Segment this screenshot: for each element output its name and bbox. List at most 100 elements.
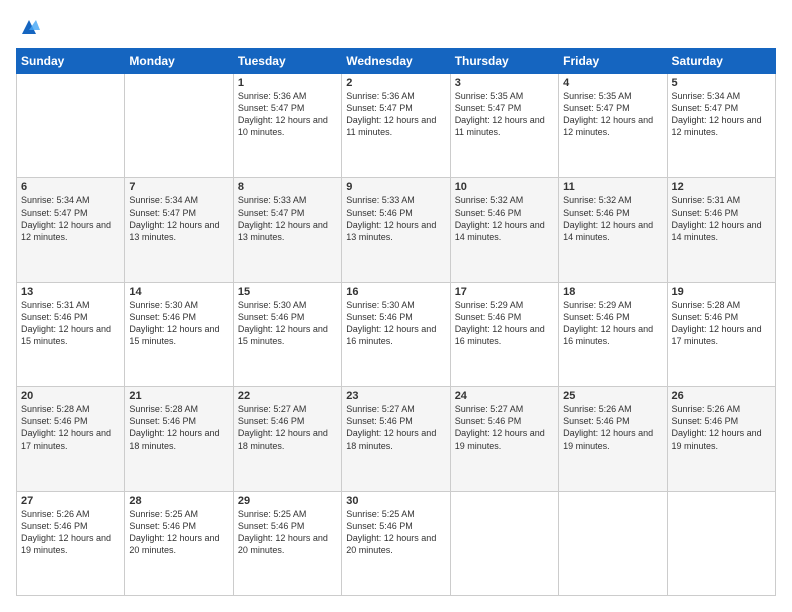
day-number: 23: [346, 390, 445, 402]
calendar-cell: 4Sunrise: 5:35 AM Sunset: 5:47 PM Daylig…: [559, 74, 667, 178]
day-number: 14: [129, 286, 228, 298]
day-number: 4: [563, 77, 662, 89]
calendar-cell: 19Sunrise: 5:28 AM Sunset: 5:46 PM Dayli…: [667, 282, 775, 386]
day-number: 5: [672, 77, 771, 89]
day-info: Sunrise: 5:28 AM Sunset: 5:46 PM Dayligh…: [672, 299, 771, 348]
day-number: 3: [455, 77, 554, 89]
day-number: 21: [129, 390, 228, 402]
calendar-cell: 28Sunrise: 5:25 AM Sunset: 5:46 PM Dayli…: [125, 491, 233, 595]
day-number: 19: [672, 286, 771, 298]
day-number: 27: [21, 495, 120, 507]
calendar-week-2: 6Sunrise: 5:34 AM Sunset: 5:47 PM Daylig…: [17, 178, 776, 282]
day-number: 28: [129, 495, 228, 507]
calendar-cell: 8Sunrise: 5:33 AM Sunset: 5:47 PM Daylig…: [233, 178, 341, 282]
calendar-cell: 17Sunrise: 5:29 AM Sunset: 5:46 PM Dayli…: [450, 282, 558, 386]
calendar-week-5: 27Sunrise: 5:26 AM Sunset: 5:46 PM Dayli…: [17, 491, 776, 595]
day-info: Sunrise: 5:25 AM Sunset: 5:46 PM Dayligh…: [346, 508, 445, 557]
day-info: Sunrise: 5:33 AM Sunset: 5:47 PM Dayligh…: [238, 194, 337, 243]
day-info: Sunrise: 5:27 AM Sunset: 5:46 PM Dayligh…: [238, 403, 337, 452]
calendar-cell: 29Sunrise: 5:25 AM Sunset: 5:46 PM Dayli…: [233, 491, 341, 595]
day-number: 6: [21, 181, 120, 193]
day-number: 25: [563, 390, 662, 402]
day-info: Sunrise: 5:32 AM Sunset: 5:46 PM Dayligh…: [455, 194, 554, 243]
day-info: Sunrise: 5:28 AM Sunset: 5:46 PM Dayligh…: [129, 403, 228, 452]
calendar-cell: 5Sunrise: 5:34 AM Sunset: 5:47 PM Daylig…: [667, 74, 775, 178]
calendar-cell: 20Sunrise: 5:28 AM Sunset: 5:46 PM Dayli…: [17, 387, 125, 491]
calendar-week-1: 1Sunrise: 5:36 AM Sunset: 5:47 PM Daylig…: [17, 74, 776, 178]
day-info: Sunrise: 5:27 AM Sunset: 5:46 PM Dayligh…: [346, 403, 445, 452]
day-number: 2: [346, 77, 445, 89]
day-info: Sunrise: 5:32 AM Sunset: 5:46 PM Dayligh…: [563, 194, 662, 243]
day-number: 9: [346, 181, 445, 193]
day-info: Sunrise: 5:36 AM Sunset: 5:47 PM Dayligh…: [346, 90, 445, 139]
day-info: Sunrise: 5:26 AM Sunset: 5:46 PM Dayligh…: [672, 403, 771, 452]
weekday-header-sunday: Sunday: [17, 49, 125, 74]
weekday-header-row: SundayMondayTuesdayWednesdayThursdayFrid…: [17, 49, 776, 74]
day-info: Sunrise: 5:26 AM Sunset: 5:46 PM Dayligh…: [563, 403, 662, 452]
day-info: Sunrise: 5:36 AM Sunset: 5:47 PM Dayligh…: [238, 90, 337, 139]
logo-icon: [18, 16, 40, 38]
weekday-header-monday: Monday: [125, 49, 233, 74]
day-info: Sunrise: 5:25 AM Sunset: 5:46 PM Dayligh…: [129, 508, 228, 557]
day-info: Sunrise: 5:34 AM Sunset: 5:47 PM Dayligh…: [21, 194, 120, 243]
calendar-cell: [17, 74, 125, 178]
calendar-cell: 12Sunrise: 5:31 AM Sunset: 5:46 PM Dayli…: [667, 178, 775, 282]
day-info: Sunrise: 5:28 AM Sunset: 5:46 PM Dayligh…: [21, 403, 120, 452]
calendar-cell: 23Sunrise: 5:27 AM Sunset: 5:46 PM Dayli…: [342, 387, 450, 491]
day-info: Sunrise: 5:26 AM Sunset: 5:46 PM Dayligh…: [21, 508, 120, 557]
weekday-header-wednesday: Wednesday: [342, 49, 450, 74]
calendar-cell: 1Sunrise: 5:36 AM Sunset: 5:47 PM Daylig…: [233, 74, 341, 178]
calendar-week-4: 20Sunrise: 5:28 AM Sunset: 5:46 PM Dayli…: [17, 387, 776, 491]
calendar-cell: 2Sunrise: 5:36 AM Sunset: 5:47 PM Daylig…: [342, 74, 450, 178]
calendar-cell: [125, 74, 233, 178]
day-number: 7: [129, 181, 228, 193]
day-number: 12: [672, 181, 771, 193]
day-number: 1: [238, 77, 337, 89]
day-number: 17: [455, 286, 554, 298]
calendar-cell: 26Sunrise: 5:26 AM Sunset: 5:46 PM Dayli…: [667, 387, 775, 491]
day-info: Sunrise: 5:34 AM Sunset: 5:47 PM Dayligh…: [129, 194, 228, 243]
calendar-cell: 9Sunrise: 5:33 AM Sunset: 5:46 PM Daylig…: [342, 178, 450, 282]
day-info: Sunrise: 5:34 AM Sunset: 5:47 PM Dayligh…: [672, 90, 771, 139]
calendar-cell: 11Sunrise: 5:32 AM Sunset: 5:46 PM Dayli…: [559, 178, 667, 282]
day-info: Sunrise: 5:35 AM Sunset: 5:47 PM Dayligh…: [455, 90, 554, 139]
calendar-cell: 16Sunrise: 5:30 AM Sunset: 5:46 PM Dayli…: [342, 282, 450, 386]
day-number: 13: [21, 286, 120, 298]
day-info: Sunrise: 5:33 AM Sunset: 5:46 PM Dayligh…: [346, 194, 445, 243]
header: [16, 16, 776, 38]
calendar-cell: 15Sunrise: 5:30 AM Sunset: 5:46 PM Dayli…: [233, 282, 341, 386]
calendar-cell: 21Sunrise: 5:28 AM Sunset: 5:46 PM Dayli…: [125, 387, 233, 491]
day-number: 30: [346, 495, 445, 507]
day-number: 8: [238, 181, 337, 193]
day-info: Sunrise: 5:30 AM Sunset: 5:46 PM Dayligh…: [346, 299, 445, 348]
calendar-cell: 6Sunrise: 5:34 AM Sunset: 5:47 PM Daylig…: [17, 178, 125, 282]
calendar-cell: [450, 491, 558, 595]
weekday-header-tuesday: Tuesday: [233, 49, 341, 74]
day-number: 20: [21, 390, 120, 402]
logo: [16, 16, 40, 38]
day-info: Sunrise: 5:25 AM Sunset: 5:46 PM Dayligh…: [238, 508, 337, 557]
day-number: 15: [238, 286, 337, 298]
day-number: 29: [238, 495, 337, 507]
day-info: Sunrise: 5:30 AM Sunset: 5:46 PM Dayligh…: [129, 299, 228, 348]
calendar-week-3: 13Sunrise: 5:31 AM Sunset: 5:46 PM Dayli…: [17, 282, 776, 386]
calendar-cell: 14Sunrise: 5:30 AM Sunset: 5:46 PM Dayli…: [125, 282, 233, 386]
calendar-cell: 3Sunrise: 5:35 AM Sunset: 5:47 PM Daylig…: [450, 74, 558, 178]
calendar-cell: 30Sunrise: 5:25 AM Sunset: 5:46 PM Dayli…: [342, 491, 450, 595]
day-number: 24: [455, 390, 554, 402]
day-number: 26: [672, 390, 771, 402]
calendar-cell: 18Sunrise: 5:29 AM Sunset: 5:46 PM Dayli…: [559, 282, 667, 386]
day-info: Sunrise: 5:31 AM Sunset: 5:46 PM Dayligh…: [672, 194, 771, 243]
day-number: 22: [238, 390, 337, 402]
calendar-cell: [667, 491, 775, 595]
day-info: Sunrise: 5:31 AM Sunset: 5:46 PM Dayligh…: [21, 299, 120, 348]
day-number: 10: [455, 181, 554, 193]
calendar-cell: 7Sunrise: 5:34 AM Sunset: 5:47 PM Daylig…: [125, 178, 233, 282]
day-info: Sunrise: 5:35 AM Sunset: 5:47 PM Dayligh…: [563, 90, 662, 139]
calendar-cell: [559, 491, 667, 595]
day-number: 18: [563, 286, 662, 298]
calendar-cell: 25Sunrise: 5:26 AM Sunset: 5:46 PM Dayli…: [559, 387, 667, 491]
page: SundayMondayTuesdayWednesdayThursdayFrid…: [0, 0, 792, 612]
calendar-cell: 27Sunrise: 5:26 AM Sunset: 5:46 PM Dayli…: [17, 491, 125, 595]
day-info: Sunrise: 5:27 AM Sunset: 5:46 PM Dayligh…: [455, 403, 554, 452]
